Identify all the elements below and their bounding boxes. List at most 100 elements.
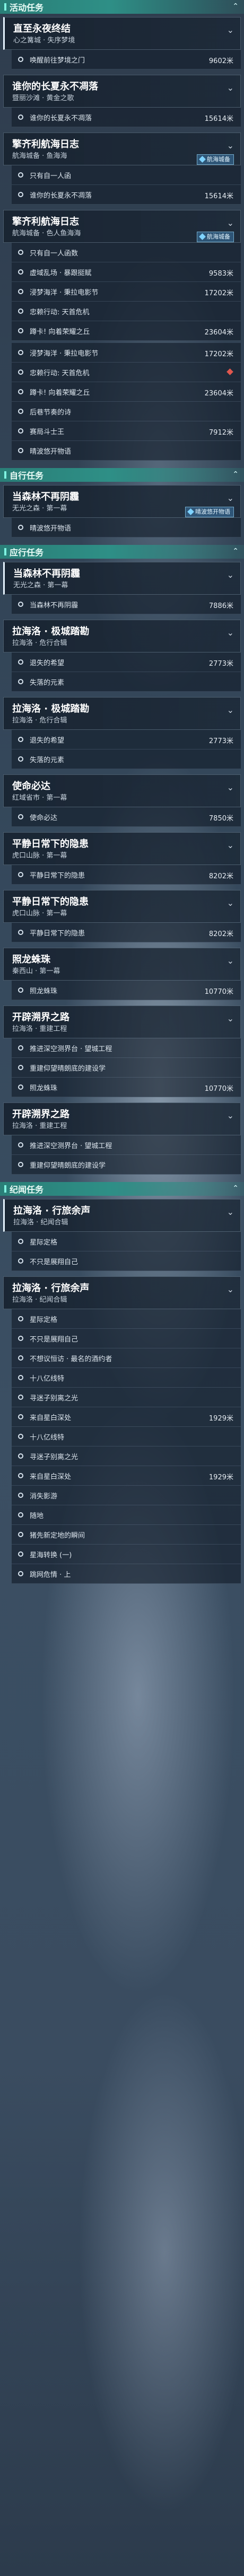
chevron-down-icon[interactable]: ⌄ bbox=[227, 840, 234, 850]
quest-step[interactable]: 星海转换 (一) bbox=[12, 1545, 241, 1564]
quest-card[interactable]: 开辟溯界之路 拉海洛 · 重建工程 ⌄ bbox=[3, 1102, 241, 1135]
quest-step[interactable]: 忠赖行动: 天首危机 bbox=[12, 363, 241, 382]
quest-card[interactable]: 擎齐利航海日志 航海城备 · 色人鱼海海 ⌄ 航海城备 bbox=[3, 210, 241, 243]
quest-step[interactable]: 跳网危情 · 上 bbox=[12, 1564, 241, 1584]
quest-step[interactable]: 只有自一人函 bbox=[12, 165, 241, 185]
quest-step[interactable]: 猪先新定地的瞬间 bbox=[12, 1525, 241, 1545]
quest-card[interactable]: 拉海洛 · 极城踏勘 拉海洛 · 危行合辑 ⌄ bbox=[3, 620, 241, 652]
quest-title: 拉海洛 · 极城踏勘 bbox=[12, 626, 90, 637]
quest-step[interactable]: 蹲卡! 向着荣耀之丘 23604米 bbox=[12, 321, 241, 341]
chevron-down-icon[interactable]: ⌄ bbox=[227, 956, 234, 966]
quest-step[interactable]: 唤醒前往梦境之门 9602米 bbox=[12, 50, 241, 69]
quest-step[interactable]: 消失影游 bbox=[12, 1486, 241, 1505]
quest-step[interactable]: 浸梦海洋 · 秉拉电影节 17202米 bbox=[12, 343, 241, 363]
quest-step[interactable]: 推进深空测界台 · 望城工程 bbox=[12, 1038, 241, 1058]
quest-step[interactable]: 退失的希望 2773米 bbox=[12, 730, 241, 749]
chevron-down-icon[interactable]: ⌄ bbox=[227, 628, 234, 638]
quest-step[interactable]: 十八亿线特 bbox=[12, 1368, 241, 1388]
quest-step[interactable]: 平静日常下的隐患 8202米 bbox=[12, 865, 241, 885]
quest-card[interactable]: 开辟溯界之路 拉海洛 · 重建工程 ⌄ bbox=[3, 1005, 241, 1038]
chevron-down-icon[interactable]: ⌄ bbox=[227, 83, 234, 93]
quest-card[interactable]: 当森林不再阴霾 无光之森 · 第一幕 ⌄ 晴波悠开物语 bbox=[3, 485, 241, 518]
quest-step[interactable]: 使命必达 7850米 bbox=[12, 807, 241, 827]
quest-step[interactable]: 虚域乱场 · 暴跟挺赋 9583米 bbox=[12, 262, 241, 282]
chevron-down-icon[interactable]: ⌄ bbox=[227, 1207, 234, 1217]
category-side[interactable]: 应行任务 ⌃ bbox=[0, 545, 244, 559]
quest-card[interactable]: 当森林不再阴霾 无光之森 · 第一幕 ⌄ bbox=[3, 562, 241, 595]
quest-step[interactable]: 照龙蛛珠 10770米 bbox=[12, 1078, 241, 1097]
quest-step[interactable]: 随地 bbox=[12, 1505, 241, 1525]
quest-step[interactable]: 来自星白深处 1929米 bbox=[12, 1466, 241, 1486]
quest-step[interactable]: 星际定格 bbox=[12, 1309, 241, 1329]
quest-step[interactable]: 不想议恒访 · 最名的酒约者 bbox=[12, 1348, 241, 1368]
chevron-down-icon[interactable]: ⌄ bbox=[227, 25, 234, 35]
quest-card[interactable]: 平静日常下的隐患 虎口山脉 · 第一幕 ⌄ bbox=[3, 832, 241, 865]
quest-step[interactable]: 赛局斗士王 7912米 bbox=[12, 421, 241, 441]
quest-step[interactable]: 晴波悠开物语 bbox=[12, 441, 241, 461]
category-label: 纪闻任务 bbox=[10, 1185, 44, 1195]
chevron-down-icon[interactable]: ⌄ bbox=[227, 705, 234, 715]
chevron-down-icon[interactable]: ⌄ bbox=[227, 898, 234, 908]
quest-step[interactable]: 推进深空测界台 · 望城工程 bbox=[12, 1135, 241, 1155]
quest-step[interactable]: 平静日常下的隐患 8202米 bbox=[12, 923, 241, 942]
step-distance: 9583米 bbox=[208, 270, 233, 278]
quest-title: 擎齐利航海日志 bbox=[12, 216, 79, 227]
step-circle-icon bbox=[18, 389, 23, 394]
quest-step[interactable]: 忠赖行动: 天首危机 bbox=[12, 302, 241, 321]
quest-step[interactable]: 谁你的长夏永不凋落 15614米 bbox=[12, 108, 241, 127]
quest-card[interactable]: 照龙蛛珠 秦西山 · 第一幕 ⌄ bbox=[3, 948, 241, 981]
quest-step[interactable]: 重建仰望晴朗底的建设学 bbox=[12, 1155, 241, 1175]
quest-step[interactable]: 浸梦海洋 · 秉拉电影节 17202米 bbox=[12, 282, 241, 302]
chevron-up-icon: ⌃ bbox=[232, 1184, 239, 1193]
quest-step[interactable]: 照龙蛛珠 10770米 bbox=[12, 981, 241, 1000]
quest-subtitle: 红域省市 · 第一幕 bbox=[12, 794, 67, 802]
quest-step[interactable]: 当森林不再阴霾 7886米 bbox=[12, 595, 241, 614]
quest-step[interactable]: 重建仰望晴朗底的建设学 bbox=[12, 1058, 241, 1078]
step-label: 唤醒前往梦境之门 bbox=[30, 56, 85, 65]
chevron-down-icon[interactable]: ⌄ bbox=[227, 1284, 234, 1294]
quest-step[interactable]: 不只是展翔自己 bbox=[12, 1251, 241, 1271]
step-circle-icon bbox=[18, 1571, 23, 1576]
quest-step[interactable]: 谁你的长夏永不凋落 15614米 bbox=[12, 185, 241, 205]
quest-card[interactable]: 擎齐利航海日志 航海城备 · 鱼海海 ⌄ 航海城备 bbox=[3, 133, 241, 165]
chevron-down-icon[interactable]: ⌄ bbox=[227, 218, 234, 228]
quest-step[interactable]: 失落的元素 bbox=[12, 749, 241, 769]
chevron-down-icon[interactable]: ⌄ bbox=[227, 1013, 234, 1024]
quest-step[interactable]: 蹲卡! 向着荣耀之丘 23604米 bbox=[12, 382, 241, 402]
quest-log-panel: 活动任务 ⌃ 直至永夜终结 心之篝城 · 失序梦境 ⌄ 唤醒前往梦境之门 9602米 谁你… bbox=[0, 0, 244, 1586]
chevron-down-icon[interactable]: ⌄ bbox=[227, 1110, 234, 1121]
step-circle-icon bbox=[18, 1473, 23, 1478]
chevron-down-icon[interactable]: ⌄ bbox=[227, 493, 234, 503]
quest-card[interactable]: 谁你的长夏永不凋落 暨丽沙滩 · 黄金之歌 ⌄ bbox=[3, 75, 241, 108]
quest-step[interactable]: 寻迷子别离之光 bbox=[12, 1446, 241, 1466]
quest-step[interactable]: 后巷节奏的诗 bbox=[12, 402, 241, 421]
quest-card[interactable]: 平静日常下的隐患 虎口山脉 · 第一幕 ⌄ bbox=[3, 890, 241, 923]
quest-title: 擎齐利航海日志 bbox=[12, 139, 79, 150]
quest-step[interactable]: 失落的元素 bbox=[12, 672, 241, 692]
step-label: 推进深空测界台 · 望城工程 bbox=[30, 1142, 112, 1150]
category-activity[interactable]: 活动任务 ⌃ bbox=[0, 0, 244, 14]
quest-card[interactable]: 使命必达 红域省市 · 第一幕 ⌄ bbox=[3, 774, 241, 807]
category-self[interactable]: 自行任务 ⌃ bbox=[0, 468, 244, 482]
category-legend[interactable]: 纪闻任务 ⌃ bbox=[0, 1182, 244, 1196]
quest-step[interactable]: 不只是展翔自己 bbox=[12, 1329, 241, 1348]
quest-card[interactable]: 拉海洛 · 行旅余声 拉海洛 · 纪闻合辑 ⌄ bbox=[3, 1199, 241, 1232]
chevron-down-icon[interactable]: ⌄ bbox=[227, 140, 234, 151]
quest-step[interactable]: 退失的希望 2773米 bbox=[12, 652, 241, 672]
chevron-down-icon[interactable]: ⌄ bbox=[227, 570, 234, 580]
quest-step[interactable]: 星际定格 bbox=[12, 1232, 241, 1251]
quest-step[interactable]: 晴波悠开物语 bbox=[12, 518, 241, 537]
quest-step[interactable]: 十八亿线特 bbox=[12, 1427, 241, 1446]
step-label: 浸梦海洋 · 秉拉电影节 bbox=[30, 349, 99, 358]
quest-step[interactable]: 只有自一人函数 bbox=[12, 243, 241, 262]
quest-title: 谁你的长夏永不凋落 bbox=[12, 81, 98, 92]
chevron-down-icon[interactable]: ⌄ bbox=[227, 782, 234, 792]
quest-step[interactable]: 寻迷子别离之光 bbox=[12, 1388, 241, 1407]
quest-card[interactable]: 直至永夜终结 心之篝城 · 失序梦境 ⌄ bbox=[3, 17, 241, 50]
quest-card[interactable]: 拉海洛 · 行旅余声 拉海洛 · 纪闻合辑 ⌄ bbox=[3, 1276, 241, 1309]
quest-step[interactable]: 来自星白深处 1929米 bbox=[12, 1407, 241, 1427]
quest-card[interactable]: 拉海洛 · 极城踏勘 拉海洛 · 危行合辑 ⌄ bbox=[3, 697, 241, 730]
